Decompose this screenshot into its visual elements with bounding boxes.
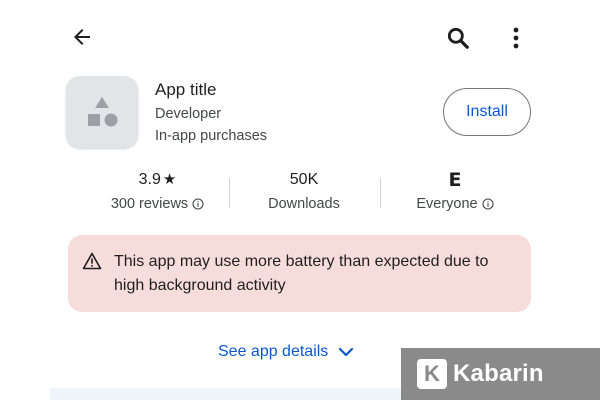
install-button[interactable]: Install bbox=[443, 88, 531, 136]
battery-warning-card: This app may use more battery than expec… bbox=[68, 235, 531, 312]
developer-name[interactable]: Developer bbox=[155, 106, 221, 122]
warning-icon bbox=[82, 252, 102, 270]
warning-text: This app may use more battery than expec… bbox=[114, 253, 489, 294]
downloads-stat: 50K Downloads bbox=[240, 168, 368, 216]
downloads-label: Downloads bbox=[268, 196, 340, 212]
esrb-everyone-icon: E bbox=[448, 169, 462, 191]
content-rating-label: Everyone bbox=[416, 196, 478, 212]
downloads-value: 50K bbox=[289, 171, 319, 188]
see-app-details-button[interactable]: See app details bbox=[218, 338, 354, 366]
reviews-count: 300 reviews bbox=[110, 196, 189, 212]
back-button[interactable] bbox=[64, 22, 100, 52]
info-icon bbox=[192, 198, 204, 210]
rating-stat[interactable]: 3.9 ★ 300 reviews bbox=[90, 168, 225, 216]
arrow-back-icon bbox=[74, 29, 90, 45]
app-icon bbox=[66, 76, 138, 148]
shapes-icon bbox=[88, 97, 118, 127]
search-icon bbox=[447, 27, 469, 49]
top-app-bar bbox=[0, 0, 600, 72]
app-title: App title bbox=[155, 80, 217, 99]
watermark-text: Kabarin bbox=[453, 360, 544, 387]
more-options-button[interactable] bbox=[500, 20, 532, 56]
kabarin-logo: K bbox=[417, 359, 447, 389]
kabarin-watermark: K Kabarin bbox=[401, 348, 600, 400]
in-app-purchases-label: In-app purchases bbox=[155, 128, 268, 144]
logo-letter: K bbox=[424, 361, 440, 386]
more-vert-icon bbox=[513, 27, 519, 49]
content-rating-stat[interactable]: E Everyone bbox=[395, 168, 515, 216]
rating-value: 3.9 bbox=[138, 171, 161, 188]
see-app-details-label: See app details bbox=[218, 343, 329, 360]
search-button[interactable] bbox=[440, 20, 476, 56]
chevron-down-icon bbox=[339, 347, 354, 357]
stats-divider bbox=[229, 178, 230, 208]
info-icon bbox=[482, 198, 494, 210]
star-icon: ★ bbox=[162, 171, 177, 188]
stats-divider bbox=[380, 178, 381, 208]
next-section-edge bbox=[50, 388, 401, 400]
